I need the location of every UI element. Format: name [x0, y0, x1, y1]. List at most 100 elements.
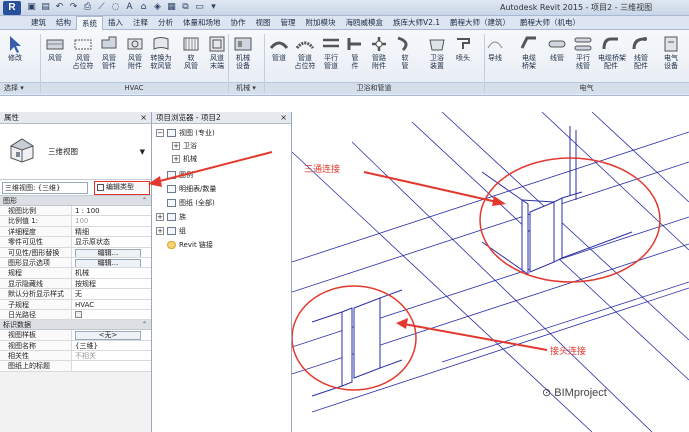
sun-path-checkbox[interactable] — [75, 311, 82, 319]
qat-dropdown-icon[interactable]: ▾ — [208, 2, 219, 13]
ribbon-tool-6[interactable]: 软风管 — [178, 34, 204, 70]
collapse-icon[interactable]: − — [156, 129, 164, 137]
ribbon-tool-15[interactable]: 卫浴 装置 — [424, 34, 450, 70]
open-icon[interactable]: ▣ — [26, 2, 37, 13]
ribbon-tool-10[interactable]: 管道 占位符 — [292, 34, 318, 70]
ribbon-tool-22[interactable]: 线管 配件 — [628, 34, 654, 70]
ribbon-tool-9[interactable]: 管道 — [266, 34, 292, 62]
ribbon-tool-17[interactable]: 导线 — [482, 34, 508, 62]
ribbon-tool-5[interactable]: 转换为 软风管 — [148, 34, 174, 70]
property-edit-button[interactable]: 编辑... — [75, 258, 141, 268]
tab-14[interactable]: 鹏程大师（机电） — [515, 16, 585, 30]
ribbon-tool-7[interactable]: 风道 末端 — [204, 34, 230, 70]
window-title: Autodesk Revit 2015 - 项目2 - 三维视图 — [500, 3, 653, 12]
property-value[interactable]: 1 : 100 — [72, 206, 151, 216]
undo-icon[interactable]: ↶ — [54, 2, 65, 13]
3d-view-icon[interactable]: ⌂ — [138, 2, 149, 13]
print-icon[interactable]: ⎙ — [82, 2, 93, 13]
property-section-header[interactable]: 标识数据 ⌃ — [0, 320, 151, 331]
close-hidden-icon[interactable]: ⧉ — [180, 2, 191, 13]
ribbon-tool-16[interactable]: 喷头 — [450, 34, 476, 62]
duct-drawing — [292, 112, 689, 432]
tag-icon[interactable]: ◌ — [110, 2, 121, 13]
thin-lines-icon[interactable]: ▦ — [166, 2, 177, 13]
ribbon-tool-18[interactable]: 电缆 桥架 — [516, 34, 542, 70]
ribbon-tool-20[interactable]: 平行 线管 — [570, 34, 596, 70]
tab-8[interactable]: 视图 — [251, 16, 276, 30]
group-mechanical[interactable]: 机械 ▾ — [228, 82, 264, 94]
expand-icon[interactable]: + — [172, 142, 180, 150]
measure-icon[interactable]: ⟋ — [96, 2, 107, 13]
expand-icon[interactable]: + — [156, 213, 164, 221]
expand-icon[interactable]: + — [156, 227, 164, 235]
tab-7[interactable]: 协作 — [226, 16, 251, 30]
property-edit-button[interactable]: 编辑... — [75, 248, 141, 257]
type-name: 三维视图 — [48, 147, 78, 156]
property-value: 无 — [72, 289, 151, 299]
ribbon-tool-11[interactable]: 平行 管道 — [318, 34, 344, 70]
ribbon-tool-14[interactable]: 软管 — [392, 34, 418, 70]
tab-12[interactable]: 族库大师V2.1 — [388, 16, 445, 30]
instance-selector[interactable]: 三维视图: {三维} — [2, 182, 88, 194]
ribbon-tool-sublabel: 桥架 — [522, 62, 536, 70]
mechanical-equipment-icon — [234, 37, 252, 51]
property-row: 比例值 1: 100 — [0, 216, 151, 227]
properties-panel: 属性 × 三维视图 ▼ 三维视图: {三维} 编辑类型 图形 ⌃ 视图比例 1 : 1… — [0, 112, 152, 432]
type-selector-preview[interactable]: 三维视图 ▼ — [0, 124, 151, 180]
ribbon-tool-2[interactable]: 风管 占位符 — [70, 34, 96, 70]
redo-icon[interactable]: ↷ — [68, 2, 79, 13]
ribbon-tool-0[interactable]: 修改 — [2, 34, 28, 62]
tab-1[interactable]: 结构 — [51, 16, 76, 30]
tree-item[interactable]: Revit 链接 — [156, 240, 213, 250]
ribbon-tool-8[interactable]: 机械 设备 — [230, 34, 256, 70]
tree-item[interactable]: + 组 — [156, 226, 186, 236]
tab-6[interactable]: 体量和场地 — [178, 16, 226, 30]
tab-13[interactable]: 鹏程大师（建筑） — [445, 16, 515, 30]
ribbon-tool-13[interactable]: 管路 附件 — [366, 34, 392, 70]
tab-3[interactable]: 插入 — [103, 16, 128, 30]
ribbon-tool-3[interactable]: 风管 管件 — [96, 34, 122, 70]
switch-windows-icon[interactable]: ▭ — [194, 2, 205, 13]
ribbon-tool-label: 软 — [187, 54, 195, 62]
property-key: 零件可见性 — [0, 237, 72, 247]
tab-4[interactable]: 注释 — [128, 16, 153, 30]
ribbon-tool-sublabel: 软风管 — [150, 62, 172, 70]
3d-view-canvas[interactable]: 三通连接 接头连接 ⊙ BIMproject — [292, 112, 689, 432]
revit-link-icon — [167, 241, 176, 249]
ribbon-tool-1[interactable]: 风管 — [42, 34, 68, 62]
close-icon[interactable]: × — [140, 112, 147, 124]
group-select[interactable]: 选择 ▾ — [0, 82, 40, 94]
modify-arrow-icon — [10, 36, 21, 53]
property-value: 编辑... — [72, 247, 151, 257]
tab-0[interactable]: 建筑 — [26, 16, 51, 30]
revit-logo-icon[interactable]: R — [3, 1, 21, 15]
ribbon-tool-19[interactable]: 线管 — [544, 34, 570, 62]
tree-item[interactable]: + 族 — [156, 212, 186, 222]
section-icon[interactable]: ◈ — [152, 2, 163, 13]
tab-5[interactable]: 分析 — [153, 16, 178, 30]
ribbon-tool-12[interactable]: 管件 — [342, 34, 368, 70]
property-edit-button[interactable]: <无> — [75, 331, 141, 340]
tab-9[interactable]: 管理 — [276, 16, 301, 30]
property-section-header[interactable]: 图形 ⌃ — [0, 196, 151, 206]
close-icon[interactable]: × — [280, 112, 287, 124]
property-key: 子规程 — [0, 299, 72, 309]
tab-2[interactable]: 系统 — [76, 16, 103, 30]
duct-accessory-icon — [127, 38, 143, 50]
tree-item[interactable]: − 视图 (专业) — [156, 128, 215, 138]
ribbon-tool-4[interactable]: 风管 附件 — [122, 34, 148, 70]
flex-duct-icon — [183, 37, 199, 51]
tab-10[interactable]: 附加模块 — [301, 16, 341, 30]
property-value: 机械 — [72, 268, 151, 278]
parallel-conduit-icon — [574, 37, 592, 51]
ribbon-tool-23[interactable]: 电气 设备 — [658, 34, 684, 70]
text-icon[interactable]: A — [124, 2, 135, 13]
collapse-icon[interactable]: ⌃ — [142, 320, 147, 330]
ribbon-tool-21[interactable]: 电缆桥架 配件 — [598, 34, 626, 70]
property-row: 详细程度 精细 — [0, 226, 151, 238]
save-icon[interactable]: ▤ — [40, 2, 51, 13]
tab-11[interactable]: 海鸥威模盒 — [341, 16, 389, 30]
property-row: 视图比例 1 : 100 — [0, 206, 151, 217]
ribbon-tool-label: 电缆桥架 — [598, 54, 626, 62]
pipe-placeholder-icon — [295, 41, 315, 49]
